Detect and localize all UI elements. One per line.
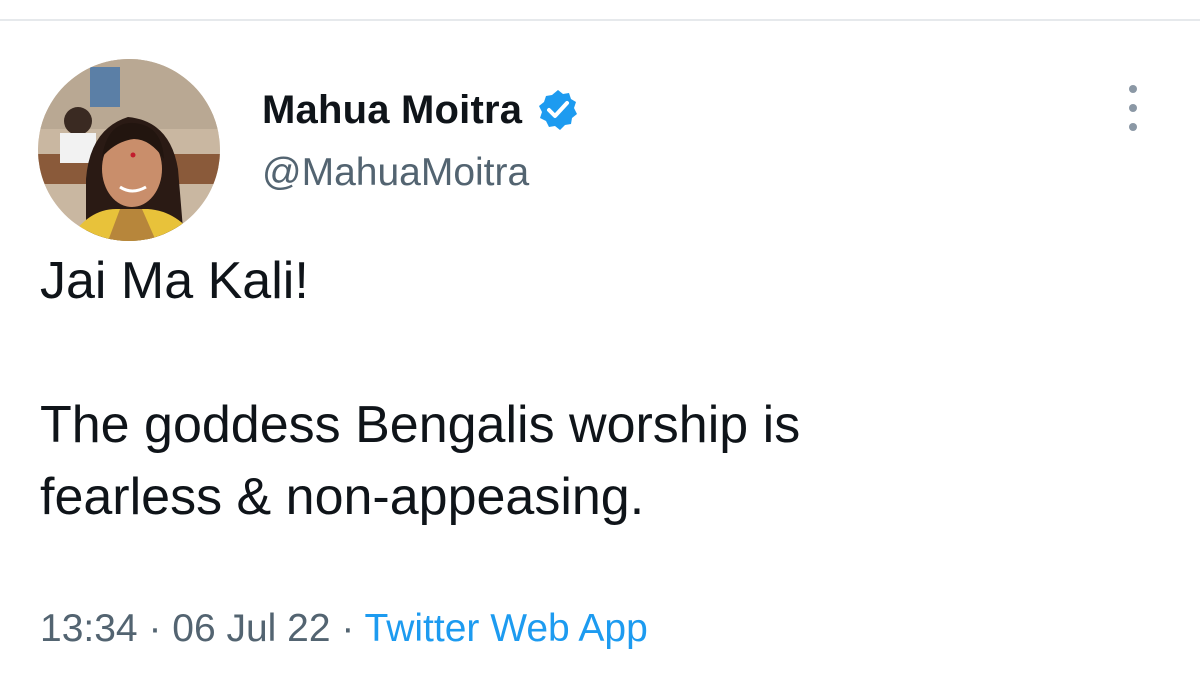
verified-badge-icon (536, 88, 580, 132)
user-handle[interactable]: @MahuaMoitra (262, 151, 529, 195)
tweet-time[interactable]: 13:34 (40, 607, 138, 650)
more-dot (1129, 123, 1137, 131)
avatar-photo (38, 59, 220, 241)
more-dot (1129, 104, 1137, 112)
avatar[interactable] (38, 59, 220, 241)
author-name-row[interactable]: Mahua Moitra (262, 85, 580, 135)
tweet-source-link[interactable]: Twitter Web App (365, 607, 648, 650)
tweet-date[interactable]: 06 Jul 22 (172, 607, 330, 650)
more-options-icon[interactable] (1118, 85, 1148, 131)
tweet-text-line: The goddess Bengalis worship is (40, 396, 801, 454)
meta-separator: · (148, 607, 173, 650)
tweet-text-blank-line (40, 317, 1160, 389)
meta-separator: · (341, 607, 365, 650)
more-dot (1129, 85, 1137, 93)
display-name[interactable]: Mahua Moitra (262, 88, 522, 133)
tweet-card: Mahua Moitra @MahuaMoitra Jai Ma Kali! T… (0, 21, 1200, 675)
tweet-text: Jai Ma Kali! The goddess Bengalis worshi… (40, 245, 1160, 533)
tweet-text-line: fearless & non-appeasing. (40, 468, 645, 526)
tweet-metadata: 13:34 · 06 Jul 22 · Twitter Web App (40, 607, 648, 651)
tweet-text-line: Jai Ma Kali! (40, 252, 309, 310)
